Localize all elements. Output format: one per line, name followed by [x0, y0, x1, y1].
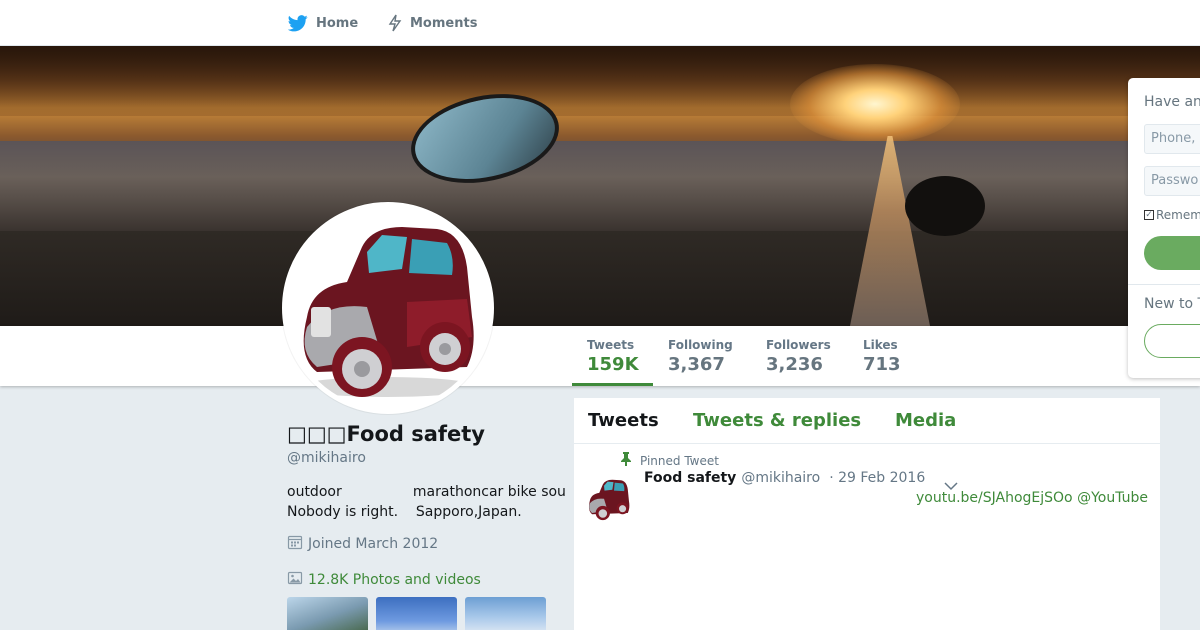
photos-videos-label: 12.8K Photos and videos	[308, 572, 481, 588]
login-panel: Have an Phone, Passwo ✓ Remem New to T	[1128, 78, 1200, 378]
stat-followers-label: Followers	[766, 338, 831, 352]
nav-home-label: Home	[316, 15, 359, 31]
login-divider	[1128, 284, 1200, 285]
profile-name: □□□Food safety	[287, 422, 485, 446]
pinned-tweet-indicator: Pinned Tweet	[620, 452, 719, 469]
lightning-icon	[388, 14, 402, 32]
tweet-author-name[interactable]: Food safety	[644, 470, 736, 486]
tweet-date[interactable]: · 29 Feb 2016	[829, 470, 925, 486]
remember-checkbox[interactable]: ✓	[1144, 210, 1154, 220]
tweet-author-handle[interactable]: @mikihairo	[741, 470, 820, 486]
photo-thumbnails	[287, 597, 546, 630]
bio-line-1: outdoor marathoncar bike sou	[287, 484, 566, 500]
tweet-header: Food safety @mikihairo · 29 Feb 2016	[644, 470, 925, 486]
photo-thumbnail[interactable]	[287, 597, 368, 630]
profile-handle[interactable]: @mikihairo	[287, 450, 366, 466]
stat-likes-label: Likes	[863, 338, 898, 352]
photo-thumbnail[interactable]	[465, 597, 546, 630]
image-icon	[287, 570, 303, 590]
photo-thumbnail[interactable]	[376, 597, 457, 630]
car-avatar-image	[287, 207, 489, 409]
stat-tweets-value: 159K	[587, 354, 639, 375]
stat-followers-value: 3,236	[766, 354, 823, 375]
stat-tweets[interactable]: Tweets 159K	[572, 326, 653, 386]
nav-moments[interactable]: Moments	[388, 0, 477, 46]
profile-banner	[0, 46, 1200, 326]
remember-me[interactable]: ✓ Remem	[1144, 208, 1200, 222]
password-input[interactable]: Passwo	[1144, 166, 1200, 196]
nav-moments-label: Moments	[410, 15, 478, 31]
profile-avatar[interactable]	[282, 202, 494, 414]
phone-input[interactable]: Phone,	[1144, 124, 1200, 154]
new-to-twitter-text: New to T	[1144, 296, 1200, 312]
have-account-text: Have an	[1144, 94, 1200, 110]
stat-following[interactable]: Following 3,367	[668, 326, 733, 386]
stat-following-label: Following	[668, 338, 733, 352]
pin-icon	[620, 452, 632, 469]
calendar-icon	[287, 534, 303, 554]
bird-icon	[288, 14, 308, 32]
pinned-label: Pinned Tweet	[640, 453, 719, 468]
profile-nav-bar: Tweets 159K Following 3,367 Followers 3,…	[0, 326, 1200, 386]
stat-tweets-label: Tweets	[587, 338, 635, 352]
tab-media[interactable]: Media	[895, 410, 956, 431]
joined-date: Joined March 2012	[287, 534, 438, 554]
login-button[interactable]	[1144, 236, 1200, 270]
timeline: Tweets Tweets & replies Media Pinned Twe…	[573, 397, 1162, 630]
stat-likes-value: 713	[863, 354, 901, 375]
timeline-tabs: Tweets Tweets & replies Media	[574, 398, 1162, 444]
nav-home[interactable]: Home	[288, 0, 358, 46]
stat-likes[interactable]: Likes 713	[863, 326, 901, 386]
joined-label: Joined March 2012	[308, 536, 439, 552]
signup-button[interactable]	[1144, 324, 1200, 358]
tab-tweets[interactable]: Tweets	[588, 410, 659, 431]
top-navigation: Home Moments	[0, 0, 1200, 46]
photos-videos-link[interactable]: 12.8K Photos and videos	[287, 570, 481, 590]
stat-followers[interactable]: Followers 3,236	[766, 326, 831, 386]
bio-line-2: Nobody is right. Sapporo,Japan.	[287, 504, 522, 520]
remember-label: Remem	[1156, 208, 1200, 222]
profile-bio: outdoor marathoncar bike sou Nobody is r…	[287, 482, 573, 522]
car-avatar-image	[585, 475, 633, 523]
tweet-link[interactable]: youtu.be/SJAhogEjSOo @YouTube	[916, 490, 1148, 506]
tab-tweets-replies[interactable]: Tweets & replies	[693, 410, 861, 431]
tweet-avatar[interactable]	[585, 475, 633, 523]
stat-following-value: 3,367	[668, 354, 725, 375]
